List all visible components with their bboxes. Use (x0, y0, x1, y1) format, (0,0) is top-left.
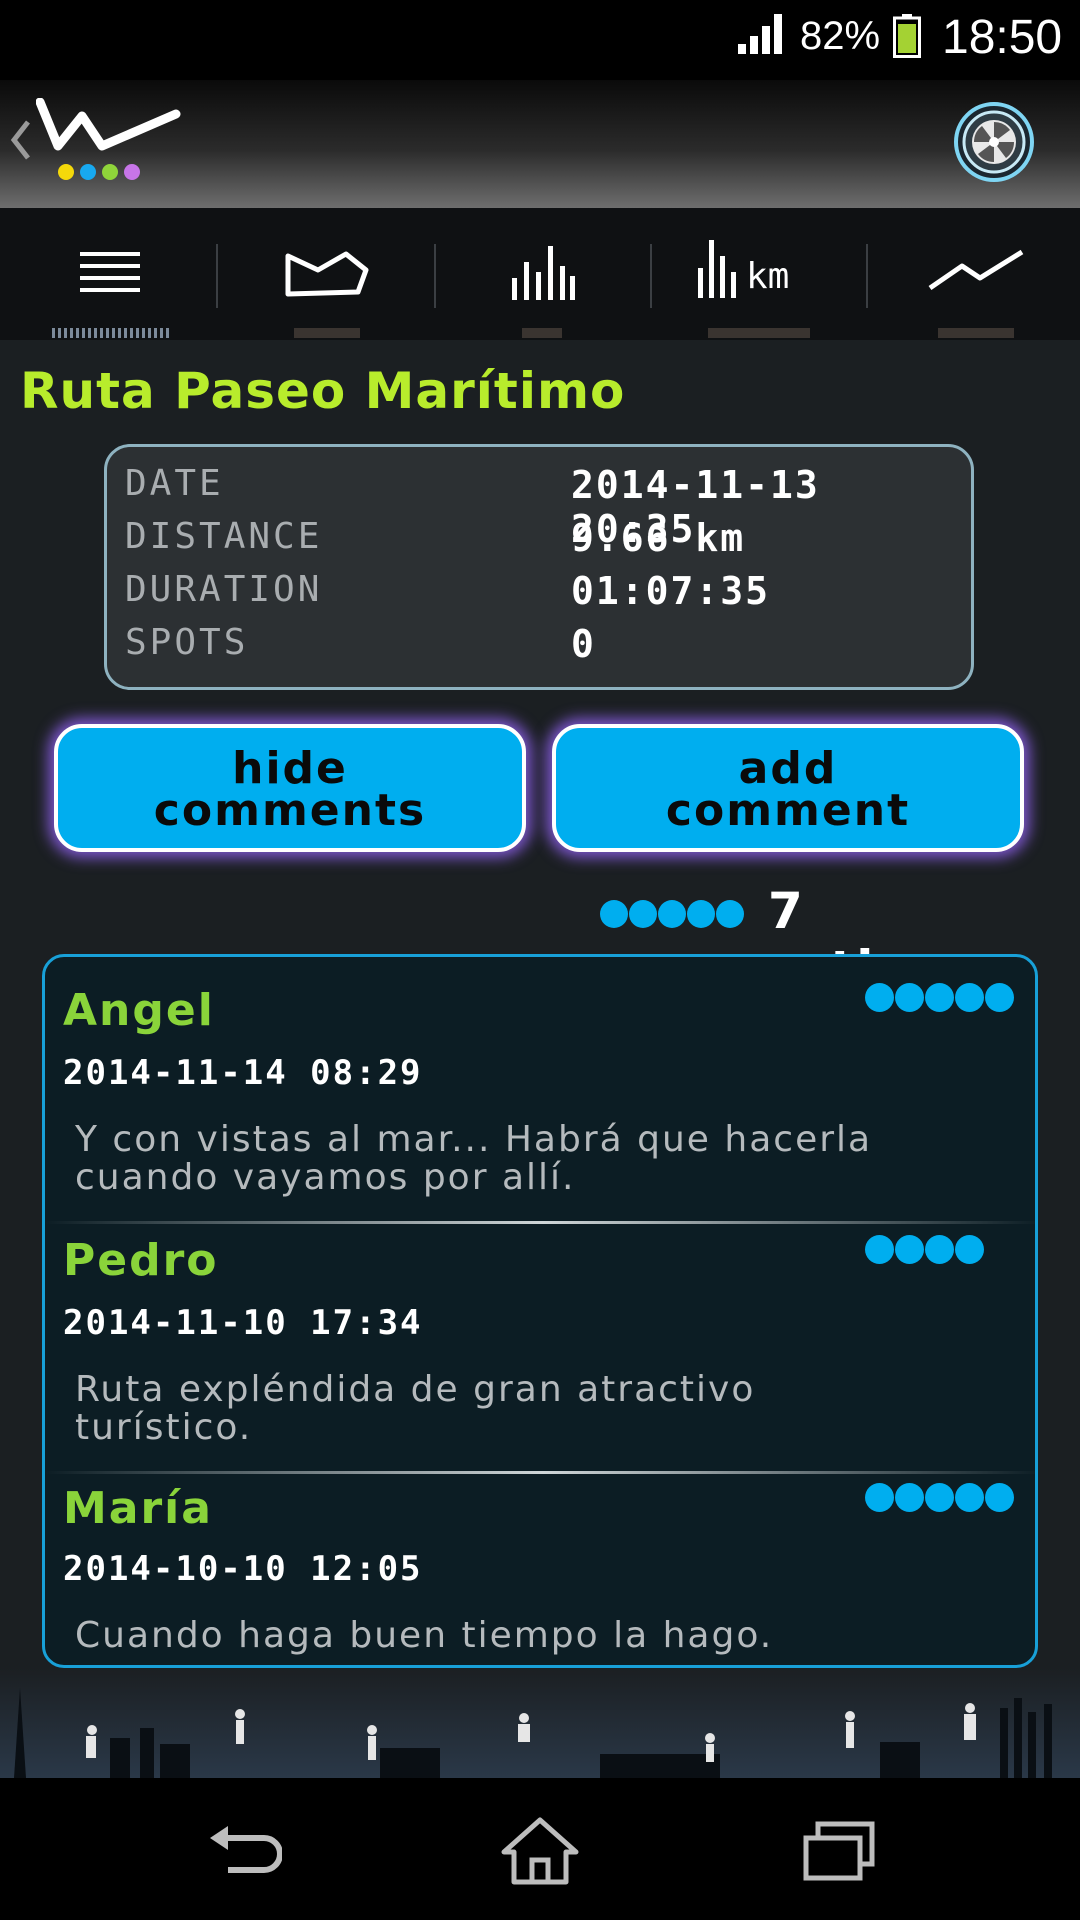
comment-rating (865, 1235, 1015, 1267)
comment-date: 2014-10-10 12:05 (63, 1549, 423, 1589)
bar-chart-icon (512, 246, 575, 300)
tab-indicator (522, 328, 562, 338)
comment-item: María 2014-10-10 12:05 Cuando haga buen … (45, 1475, 1035, 1665)
comment-date: 2014-11-14 08:29 (63, 1053, 423, 1093)
comment-text: Cuando haga buen tiempo la hago. (75, 1617, 1005, 1655)
rating-dot (865, 983, 894, 1012)
button-label-line2: comment (665, 785, 911, 836)
info-label: DATE (125, 463, 224, 504)
back-nav-icon[interactable] (202, 1816, 282, 1886)
recent-apps-icon[interactable] (800, 1816, 880, 1886)
rating-dot (985, 983, 1014, 1012)
rating-dot (600, 900, 628, 928)
rating-dot (955, 1235, 984, 1264)
tab-active-indicator (52, 328, 170, 338)
map-icon (285, 251, 369, 297)
comment-item: Pedro 2014-11-10 17:34 Ruta expléndida d… (45, 1225, 1035, 1471)
tab-bar-chart[interactable] (436, 208, 650, 340)
rating-dot (865, 1483, 894, 1512)
info-label: DURATION (125, 569, 323, 610)
info-value: 0 (571, 622, 596, 666)
route-title: Ruta Paseo Marítimo (20, 362, 626, 420)
comment-author: María (63, 1483, 213, 1534)
info-value: 9.66 km (571, 516, 746, 560)
rating-dot (925, 1483, 954, 1512)
info-label: SPOTS (125, 622, 249, 663)
comment-separator (45, 1221, 1035, 1224)
comment-text-line: Ruta expléndida de gran atractivo (75, 1369, 756, 1410)
tab-indicator (294, 328, 360, 338)
list-icon (80, 252, 140, 292)
tab-indicator (708, 328, 810, 338)
info-row-distance: DISTANCE 9.66 km (125, 516, 945, 568)
tab-km-label: km (746, 256, 790, 297)
line-chart-icon (928, 249, 1024, 291)
rating-dot (687, 900, 715, 928)
home-icon[interactable] (500, 1816, 580, 1886)
rating-dot (925, 1235, 954, 1264)
rating-dot (895, 1483, 924, 1512)
comment-text-line: Y con vistas al mar... Habrá que hacerla (75, 1119, 873, 1160)
rating-dot (629, 900, 657, 928)
info-row-date: DATE 2014-11-13 20:35 (125, 463, 945, 551)
rating-dot (716, 900, 744, 928)
battery-percent: 82% (800, 14, 881, 58)
tab-indicator (938, 328, 1014, 338)
app-logo (36, 98, 181, 180)
info-label: DISTANCE (125, 516, 323, 557)
tab-line-chart[interactable] (868, 208, 1080, 340)
status-bar: 82% 18:50 (0, 0, 1080, 80)
comment-item: Angel 2014-11-14 08:29 Y con vistas al m… (45, 957, 1035, 1221)
rating-dot (895, 1235, 924, 1264)
rating-dot (658, 900, 686, 928)
button-label-line2: comments (153, 785, 427, 836)
add-comment-button[interactable]: add comment (552, 724, 1024, 852)
tab-bar-chart-km[interactable]: km (652, 208, 866, 340)
rating-dot (985, 1483, 1014, 1512)
comment-author: Pedro (63, 1235, 219, 1286)
signal-icon (738, 14, 782, 54)
app-bar (0, 80, 1080, 208)
clock: 18:50 (942, 11, 1063, 64)
comment-text-line: Cuando haga buen tiempo la hago. (75, 1615, 774, 1656)
comment-rating (865, 1483, 1015, 1515)
info-value: 01:07:35 (571, 569, 771, 613)
ratings-summary: 7 ratings (600, 882, 1020, 998)
system-nav-bar (0, 1778, 1080, 1920)
comment-text: Y con vistas al mar... Habrá que hacerla… (75, 1121, 1005, 1197)
button-label-line1: hide (232, 743, 348, 794)
tab-list[interactable] (0, 208, 216, 340)
comment-rating (865, 983, 1015, 1015)
tab-map[interactable] (218, 208, 434, 340)
comment-separator (45, 1471, 1035, 1474)
comment-text-line: turístico. (75, 1407, 253, 1448)
skyline-illustration (0, 1668, 1080, 1778)
info-row-duration: DURATION 01:07:35 (125, 569, 945, 621)
comment-author: Angel (63, 985, 215, 1036)
rating-dot (895, 983, 924, 1012)
comment-date: 2014-11-10 17:34 (63, 1303, 423, 1343)
battery-icon (893, 14, 921, 58)
route-info-card: DATE 2014-11-13 20:35 DISTANCE 9.66 km D… (104, 444, 974, 690)
comment-text: Ruta expléndida de gran atractivo turíst… (75, 1371, 1005, 1447)
rating-dot (955, 1483, 984, 1512)
info-row-spots: SPOTS 0 (125, 622, 945, 674)
rating-dot (925, 983, 954, 1012)
rating-dot (865, 1235, 894, 1264)
comment-text-line: cuando vayamos por allí. (75, 1157, 576, 1198)
hide-comments-button[interactable]: hide comments (54, 724, 526, 852)
back-icon[interactable] (10, 118, 32, 162)
settings-icon[interactable] (952, 100, 1036, 184)
tab-bar: km (0, 208, 1080, 340)
comments-panel: Angel 2014-11-14 08:29 Y con vistas al m… (42, 954, 1038, 1668)
rating-dot (955, 983, 984, 1012)
button-label-line1: add (738, 743, 838, 794)
